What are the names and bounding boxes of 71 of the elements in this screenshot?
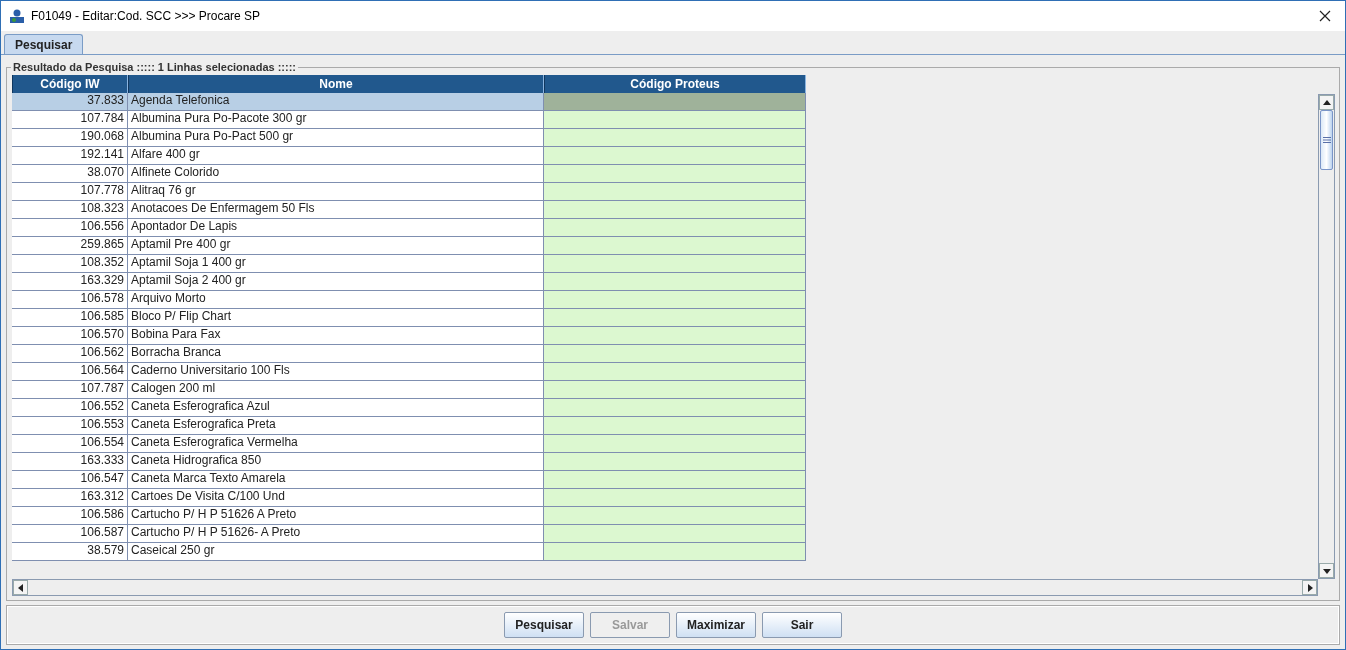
table-cell: 37.833 xyxy=(12,93,128,111)
table-cell: Caneta Marca Texto Amarela xyxy=(128,471,544,489)
horizontal-scrollbar[interactable] xyxy=(12,579,1318,596)
results-title: Resultado da Pesquisa ::::: 1 Linhas selecionadas ::::: xyxy=(12,61,297,73)
table-cell: Alitraq 76 gr xyxy=(128,183,544,201)
table-cell: Borracha Branca xyxy=(128,345,544,363)
table-cell: Cartucho P/ H P 51626- A Preto xyxy=(128,525,544,543)
table-cell: Caneta Hidrografica 850 xyxy=(128,453,544,471)
table-cell: Bobina Para Fax xyxy=(128,327,544,345)
table-cell: Aptamil Soja 2 400 gr xyxy=(128,273,544,291)
table-cell: 192.141 xyxy=(12,147,128,165)
table-cell: 38.579 xyxy=(12,543,128,561)
grip-icon xyxy=(1322,137,1331,143)
table-cell: 38.070 xyxy=(12,165,128,183)
table-cell: 190.068 xyxy=(12,129,128,147)
table-cell: 259.865 xyxy=(12,237,128,255)
table-cell: Albumina Pura Po-Pact 500 gr xyxy=(128,129,544,147)
table-cell: Arquivo Morto xyxy=(128,291,544,309)
action-button[interactable]: Sair xyxy=(762,612,842,638)
table-cell: 163.333 xyxy=(12,453,128,471)
table-cell: Apontador De Lapis xyxy=(128,219,544,237)
scroll-thumb[interactable] xyxy=(1320,110,1333,170)
table-cell: 106.552 xyxy=(12,399,128,417)
vertical-scrollbar[interactable] xyxy=(1318,94,1335,579)
table-cell: Caneta Esferografica Azul xyxy=(128,399,544,417)
scroll-left-button[interactable] xyxy=(13,580,28,595)
table-cell: Albumina Pura Po-Pacote 300 gr xyxy=(128,111,544,129)
column-header[interactable]: Código Proteus xyxy=(544,75,806,93)
column-header[interactable]: Nome xyxy=(128,75,544,93)
table-cell: Agenda Telefonica xyxy=(128,93,544,111)
action-button[interactable]: Maximizar xyxy=(676,612,756,638)
table-cell: Caseical 250 gr xyxy=(128,543,544,561)
table-cell: 107.784 xyxy=(12,111,128,129)
table-cell: 106.554 xyxy=(12,435,128,453)
table-cell: Alfinete Colorido xyxy=(128,165,544,183)
action-button[interactable]: Pesquisar xyxy=(504,612,584,638)
table-cell: 107.778 xyxy=(12,183,128,201)
table-cell: Calogen 200 ml xyxy=(128,381,544,399)
table-cell: 106.553 xyxy=(12,417,128,435)
table-cell: 106.587 xyxy=(12,525,128,543)
table-cell: 108.323 xyxy=(12,201,128,219)
table-cell: 106.547 xyxy=(12,471,128,489)
table-cell: 106.586 xyxy=(12,507,128,525)
table-cell: Bloco P/ Flip Chart xyxy=(128,309,544,327)
table-cell: 106.556 xyxy=(12,219,128,237)
table-cell: 106.564 xyxy=(12,363,128,381)
scroll-right-button[interactable] xyxy=(1302,580,1317,595)
table-cell: Cartucho P/ H P 51626 A Preto xyxy=(128,507,544,525)
table-cell: 163.329 xyxy=(12,273,128,291)
scroll-up-button[interactable] xyxy=(1319,95,1334,110)
table-cell: 106.585 xyxy=(12,309,128,327)
table-cell: 107.787 xyxy=(12,381,128,399)
table-cell: Caneta Esferografica Vermelha xyxy=(128,435,544,453)
close-icon xyxy=(1319,10,1331,22)
table-cell: 108.352 xyxy=(12,255,128,273)
table-cell: 163.312 xyxy=(12,489,128,507)
column-header[interactable]: Código IW xyxy=(12,75,128,93)
app-icon xyxy=(9,8,25,24)
scroll-down-button[interactable] xyxy=(1319,563,1334,578)
table-cell: Aptamil Soja 1 400 gr xyxy=(128,255,544,273)
table-cell: 106.578 xyxy=(12,291,128,309)
table-cell: Cartoes De Visita C/100 Und xyxy=(128,489,544,507)
table-cell: Aptamil Pre 400 gr xyxy=(128,237,544,255)
table-cell: 106.570 xyxy=(12,327,128,345)
tab[interactable]: Pesquisar xyxy=(4,34,84,54)
window-title: F01049 - Editar:Cod. SCC >>> Procare SP xyxy=(31,9,262,23)
table-cell: Alfare 400 gr xyxy=(128,147,544,165)
table-cell: Caderno Universitario 100 Fls xyxy=(128,363,544,381)
table-cell: Caneta Esferografica Preta xyxy=(128,417,544,435)
table-cell: 106.562 xyxy=(12,345,128,363)
table-cell: Anotacoes De Enfermagem 50 Fls xyxy=(128,201,544,219)
